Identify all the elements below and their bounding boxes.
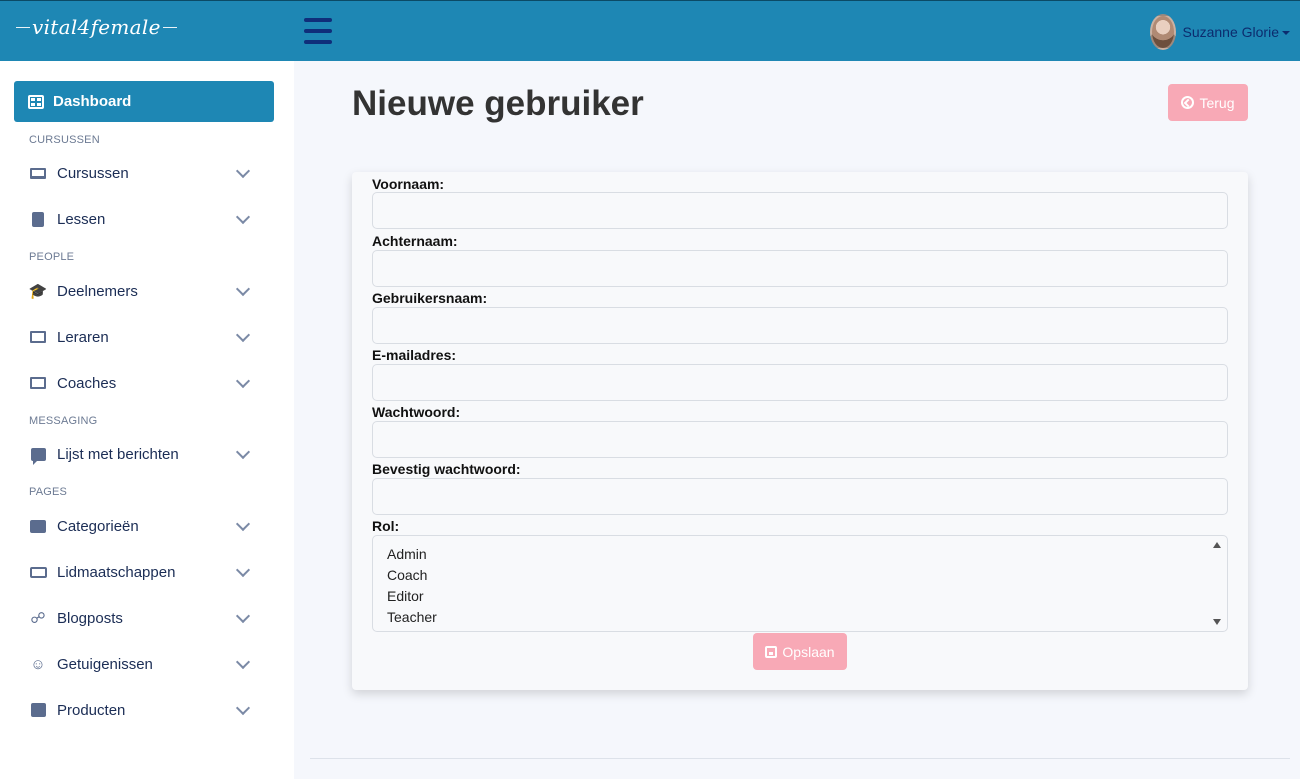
section-heading-people: PEOPLE <box>29 251 75 263</box>
username-label: Gebruikersnaam: <box>372 290 488 306</box>
user-menu[interactable]: Suzanne Glorie <box>1150 14 1290 50</box>
sidebar-item-label: Categorieën <box>57 517 139 535</box>
graduation-cap-icon: 🎓 <box>28 283 48 300</box>
avatar <box>1150 14 1177 50</box>
chevron-down-icon <box>235 209 251 225</box>
sidebar: Dashboard CURSUSSEN Cursussen Lessen PEO… <box>0 61 294 779</box>
chevron-down-icon <box>235 327 251 343</box>
chevron-down-icon <box>235 373 251 389</box>
sidebar-item-categorieen[interactable]: Categorieën <box>28 515 251 537</box>
teacher-icon <box>28 328 48 346</box>
floppy-disk-icon <box>765 645 778 658</box>
ticket-icon <box>28 563 48 581</box>
sidebar-item-cursussen[interactable]: Cursussen <box>28 162 251 184</box>
user-name: Suzanne Glorie <box>1182 24 1279 40</box>
section-heading-pages: PAGES <box>29 486 68 498</box>
footer-divider <box>310 758 1290 759</box>
email-label: E-mailadres: <box>372 347 457 363</box>
sidebar-item-label: Coaches <box>57 374 117 392</box>
logo-swash-left <box>16 26 30 28</box>
back-button[interactable]: Terug <box>1168 84 1248 121</box>
back-button-label: Terug <box>1199 94 1235 111</box>
sidebar-item-lidmaatschappen[interactable]: Lidmaatschappen <box>28 561 251 583</box>
sidebar-item-lessen[interactable]: Lessen <box>28 208 251 230</box>
chevron-down-icon <box>235 700 251 716</box>
last-name-field[interactable] <box>372 250 1228 287</box>
laptop-icon <box>28 164 48 182</box>
chevron-down-icon <box>235 608 251 624</box>
role-option[interactable]: Editor <box>387 588 424 604</box>
first-name-label: Voornaam: <box>372 176 445 192</box>
section-heading-messaging: MESSAGING <box>29 415 98 427</box>
email-field[interactable] <box>372 364 1228 401</box>
sidebar-item-getuigenissen[interactable]: ☺ Getuigenissen <box>28 653 251 675</box>
chevron-down-icon <box>235 654 251 670</box>
blog-icon: ☍ <box>30 610 46 627</box>
save-button[interactable]: Opslaan <box>753 633 847 670</box>
top-navbar: vital4female Suzanne Glorie <box>0 0 1300 61</box>
chevron-down-icon <box>235 281 251 297</box>
section-heading-cursussen: CURSUSSEN <box>29 134 100 146</box>
scroll-up-icon[interactable] <box>1213 542 1221 548</box>
circle-arrow-left-icon <box>1181 96 1195 109</box>
sidebar-item-label: Deelnemers <box>57 282 138 300</box>
password-label: Wachtwoord: <box>372 404 461 420</box>
dashboard-icon <box>28 94 44 109</box>
sidebar-item-label: Blogposts <box>57 609 123 627</box>
password-field[interactable] <box>372 421 1228 458</box>
last-name-label: Achternaam: <box>372 233 458 249</box>
list-icon <box>28 517 48 535</box>
book-icon <box>28 210 48 228</box>
logo-swash-right <box>162 26 177 28</box>
sidebar-item-leraren[interactable]: Leraren <box>28 326 251 348</box>
sidebar-item-label: Getuigenissen <box>57 655 153 673</box>
sidebar-item-label: Leraren <box>57 328 109 346</box>
sidebar-item-deelnemers[interactable]: 🎓 Deelnemers <box>28 280 251 302</box>
sidebar-item-blogposts[interactable]: ☍ Blogposts <box>28 607 251 629</box>
message-icon <box>28 445 48 465</box>
sidebar-item-label: Lidmaatschappen <box>57 563 176 581</box>
role-select[interactable]: Admin Coach Editor Teacher <box>372 535 1228 632</box>
brand-logo[interactable]: vital4female <box>14 15 179 39</box>
chevron-down-icon <box>235 562 251 578</box>
chevron-down-icon <box>235 163 251 179</box>
confirm-password-label: Bevestig wachtwoord: <box>372 461 521 477</box>
sidebar-item-label: Producten <box>57 701 126 719</box>
smile-icon: ☺ <box>30 655 46 673</box>
sidebar-item-berichten[interactable]: Lijst met berichten <box>28 443 251 465</box>
first-name-field[interactable] <box>372 192 1228 229</box>
username-field[interactable] <box>372 307 1228 344</box>
chalkboard-user-icon <box>28 374 48 392</box>
role-option[interactable]: Admin <box>387 546 427 562</box>
caret-down-icon <box>1282 31 1290 35</box>
new-user-form: Voornaam: Achternaam: Gebruikersnaam: E-… <box>352 172 1248 690</box>
role-option[interactable]: Teacher <box>387 609 437 625</box>
logo-text: vital4female <box>32 15 161 39</box>
role-option[interactable]: Coach <box>387 567 427 583</box>
sidebar-item-coaches[interactable]: Coaches <box>28 372 251 394</box>
chevron-down-icon <box>235 444 251 460</box>
save-button-label: Opslaan <box>782 643 835 660</box>
chevron-down-icon <box>235 516 251 532</box>
sidebar-item-label: Lijst met berichten <box>57 445 179 463</box>
role-label: Rol: <box>372 518 400 534</box>
sidebar-item-label: Lessen <box>57 210 106 228</box>
menu-toggle-icon[interactable] <box>304 18 332 44</box>
sidebar-item-dashboard[interactable]: Dashboard <box>14 81 274 122</box>
page-title: Nieuwe gebruiker <box>352 84 644 123</box>
sidebar-item-producten[interactable]: Producten <box>28 699 251 721</box>
sidebar-item-label: Dashboard <box>53 93 132 110</box>
gift-icon <box>28 701 48 719</box>
confirm-password-field[interactable] <box>372 478 1228 515</box>
scroll-down-icon[interactable] <box>1213 619 1221 625</box>
sidebar-item-label: Cursussen <box>57 164 129 182</box>
